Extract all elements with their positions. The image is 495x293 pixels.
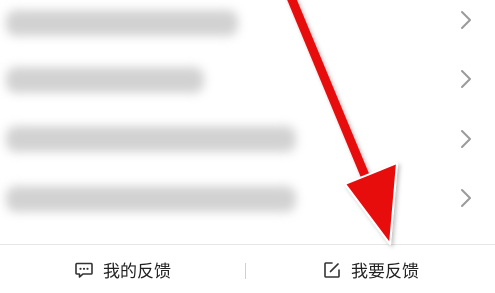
chevron-right-icon xyxy=(457,128,475,150)
submit-feedback-button[interactable]: 我要反馈 xyxy=(246,245,495,293)
my-feedback-button[interactable]: 我的反馈 xyxy=(0,245,245,293)
submit-feedback-label: 我要反馈 xyxy=(351,262,419,282)
bottom-action-bar: 我的反馈 我要反馈 xyxy=(0,244,495,293)
edit-icon xyxy=(322,260,342,280)
my-feedback-label: 我的反馈 xyxy=(103,262,171,282)
list-item[interactable] xyxy=(0,116,495,174)
list-item-label xyxy=(6,67,204,93)
list-item[interactable] xyxy=(0,174,495,232)
list-item-label xyxy=(6,186,296,212)
list-item-label xyxy=(6,10,238,36)
blurred-list xyxy=(0,0,495,244)
list-item[interactable] xyxy=(0,0,495,58)
chevron-right-icon xyxy=(457,68,475,90)
chevron-right-icon xyxy=(457,187,475,209)
chat-bubble-icon xyxy=(74,260,94,280)
list-item[interactable] xyxy=(0,58,495,116)
screen: 我的反馈 我要反馈 xyxy=(0,0,495,293)
list-item-label xyxy=(6,126,296,152)
chevron-right-icon xyxy=(457,9,475,31)
